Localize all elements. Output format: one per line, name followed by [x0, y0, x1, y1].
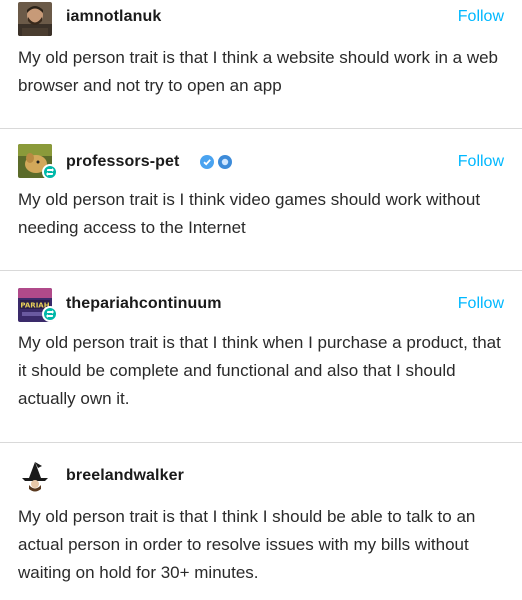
- post-text: My old person trait is that I think when…: [18, 333, 501, 408]
- follow-button[interactable]: Follow: [458, 8, 504, 26]
- divider: [0, 128, 522, 129]
- follow-button[interactable]: Follow: [458, 295, 504, 313]
- verified-badge-icon: [200, 155, 214, 169]
- post-text: My old person trait is that I think I sh…: [18, 507, 476, 582]
- username[interactable]: professors-pet: [66, 153, 179, 171]
- divider: [0, 442, 522, 443]
- verified-badge-icon: [218, 155, 232, 169]
- avatar-iamnotlanuk[interactable]: [18, 2, 52, 36]
- reblog-badge-icon: [42, 306, 58, 322]
- follow-button[interactable]: Follow: [458, 153, 504, 171]
- username[interactable]: breelandwalker: [66, 467, 184, 485]
- avatar-breelandwalker[interactable]: [18, 458, 52, 492]
- post-text: My old person trait is I think video gam…: [18, 190, 481, 237]
- divider: [0, 270, 522, 271]
- witch-hat-avatar-icon: [18, 458, 52, 492]
- post-text: My old person trait is that I think a we…: [18, 48, 499, 95]
- man-photo-avatar-icon: [18, 2, 52, 36]
- reblog-badge-icon: [42, 164, 58, 180]
- username[interactable]: iamnotlanuk: [66, 8, 161, 26]
- username[interactable]: thepariahcontinuum: [66, 295, 222, 313]
